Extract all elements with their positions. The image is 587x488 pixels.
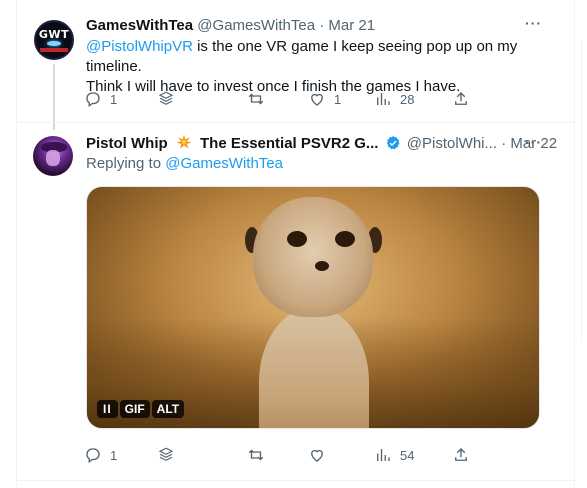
like-icon <box>311 93 323 106</box>
reply-icon <box>86 448 100 464</box>
views-icon <box>377 449 390 461</box>
avatar[interactable] <box>33 136 73 176</box>
verified-icon[interactable] <box>385 135 401 151</box>
stack-icon <box>158 91 174 105</box>
like-button[interactable]: 1 <box>308 88 341 110</box>
meerkat-nose <box>315 261 329 271</box>
like-count: 1 <box>334 91 342 107</box>
display-name-suffix[interactable]: The Essential PSVR2 G... <box>200 135 378 152</box>
user-handle[interactable]: @PistolWhi... <box>407 135 497 152</box>
tweet-actions: 1 1 28 <box>80 88 480 112</box>
more-icon[interactable]: ··· <box>525 134 542 150</box>
replying-to-label: Replying to <box>86 155 166 172</box>
gif-controls: II GIF ALT <box>97 400 185 418</box>
views-button[interactable]: 28 <box>374 88 414 110</box>
pause-button[interactable]: II <box>97 400 118 418</box>
reply-button[interactable]: 1 <box>84 444 117 466</box>
tweet-divider <box>17 480 575 481</box>
avatar-logo-eye <box>47 41 61 46</box>
thread-connector-line <box>53 64 55 130</box>
reply-button[interactable]: 1 <box>84 88 117 110</box>
reply-icon <box>86 92 100 108</box>
retweet-button[interactable] <box>247 88 265 110</box>
share-icon <box>455 448 467 461</box>
views-count: 28 <box>400 91 415 107</box>
like-icon <box>311 449 323 462</box>
mention-link[interactable]: @PistolWhipVR <box>86 38 193 55</box>
reply-count: 1 <box>110 447 118 463</box>
like-button[interactable] <box>308 444 326 466</box>
avatar-face <box>46 150 60 166</box>
separator-dot: · <box>319 17 325 34</box>
retweet-button[interactable] <box>247 444 265 466</box>
avatar[interactable]: GWT <box>34 20 74 60</box>
collision-emoji-icon <box>176 134 192 149</box>
retweet-icon <box>248 449 264 461</box>
user-handle[interactable]: @GamesWithTea <box>197 17 315 34</box>
meerkat-eye <box>335 231 355 247</box>
meerkat-eye <box>287 231 307 247</box>
reply-count: 1 <box>110 91 118 107</box>
stack-button[interactable] <box>157 444 175 466</box>
display-name[interactable]: Pistol Whip <box>86 135 168 152</box>
views-count: 54 <box>400 447 415 463</box>
avatar-logo-strip <box>40 48 68 52</box>
more-icon[interactable]: ··· <box>525 15 542 31</box>
avatar-logo-text: GWT <box>38 28 70 41</box>
alt-button[interactable]: ALT <box>151 400 185 418</box>
gif-media[interactable]: II GIF ALT <box>86 186 540 429</box>
stack-icon <box>158 447 174 461</box>
right-edge-panel <box>581 40 587 340</box>
share-button[interactable] <box>452 444 470 466</box>
retweet-icon <box>248 93 264 105</box>
tweet-actions: 1 54 <box>80 444 480 468</box>
stack-button[interactable] <box>157 88 175 110</box>
share-button[interactable] <box>452 88 470 110</box>
gif-badge: GIF <box>119 400 150 418</box>
replying-to: Replying to @GamesWithTea <box>86 154 283 174</box>
share-icon <box>455 92 467 105</box>
meerkat-head <box>253 197 373 317</box>
views-button[interactable]: 54 <box>374 444 414 466</box>
tweet-header: GamesWithTea @GamesWithTea · Mar 21 <box>86 16 375 36</box>
tweet-divider <box>17 122 575 123</box>
tweet-date[interactable]: Mar 21 <box>328 17 375 34</box>
tweet-header: Pistol Whip The Essential PSVR2 G... @Pi… <box>86 134 557 154</box>
separator-dot: · <box>501 135 507 152</box>
replying-to-handle[interactable]: @GamesWithTea <box>165 155 283 172</box>
views-icon <box>377 93 390 105</box>
display-name[interactable]: GamesWithTea <box>86 17 193 34</box>
